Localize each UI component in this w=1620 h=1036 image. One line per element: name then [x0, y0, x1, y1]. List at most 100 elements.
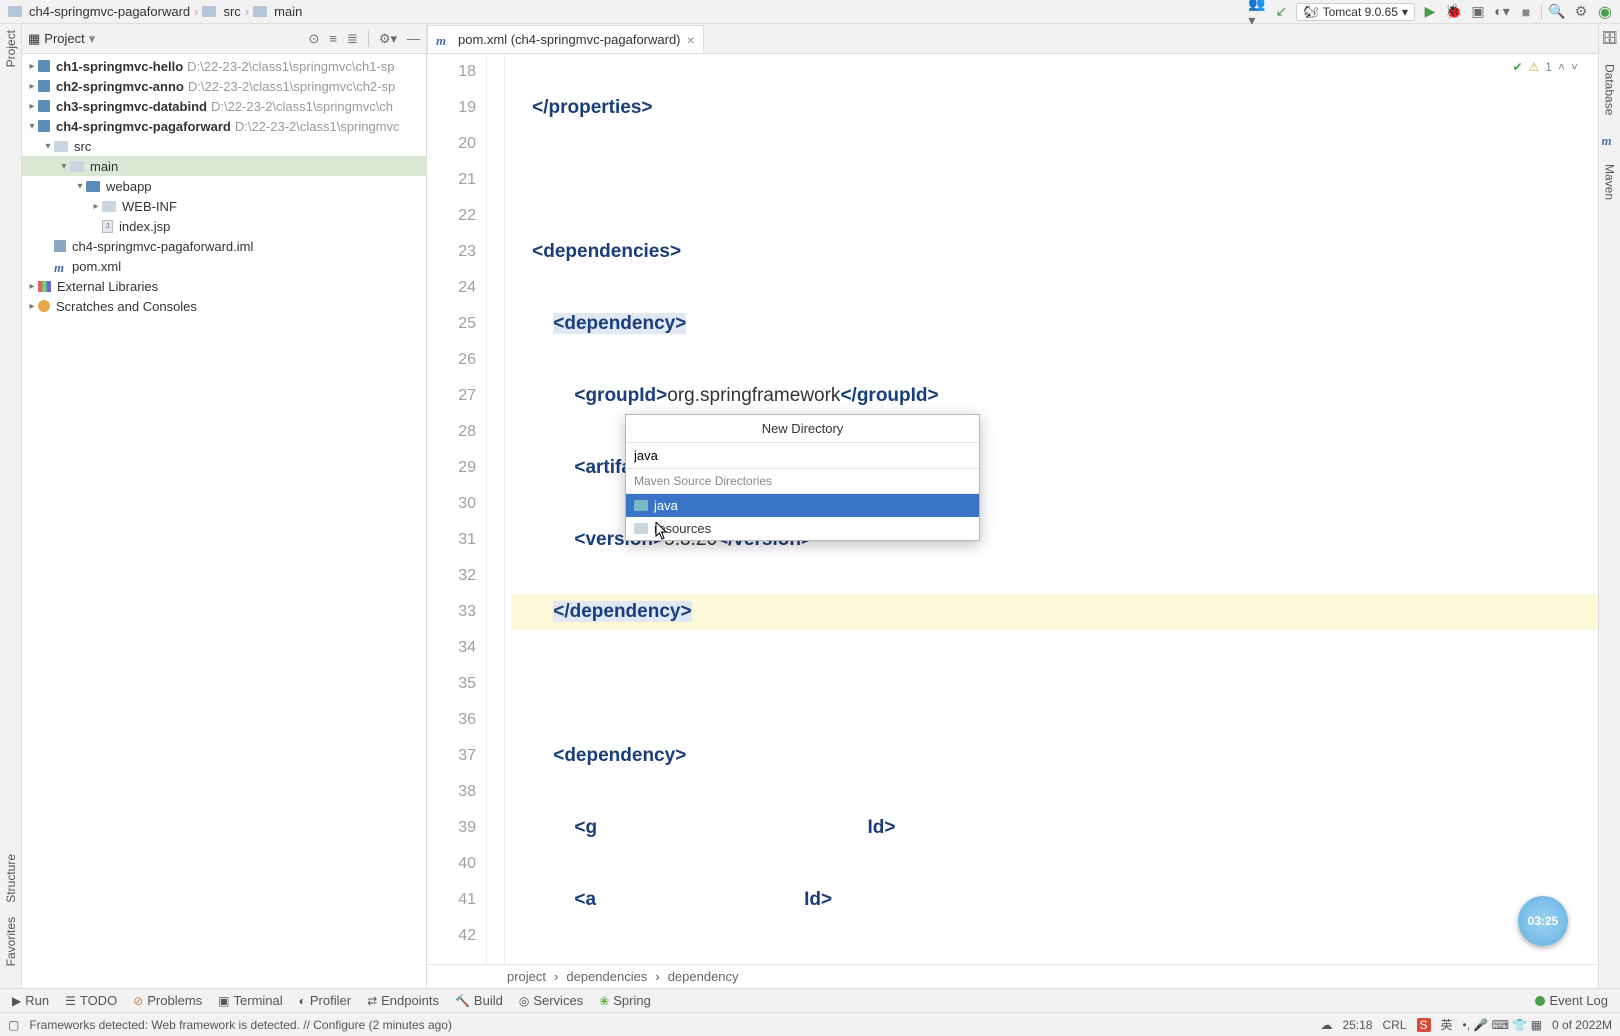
left-tool-stripe: Project Structure Favorites: [0, 24, 22, 988]
services-tool-button[interactable]: ◎Services: [519, 993, 583, 1008]
warning-count: 1: [1545, 60, 1552, 74]
project-tool-window: ▦ Project ▾ ⊙ ≡ ≣ ⚙▾ — ▸ch1-springmvc-he…: [22, 24, 427, 988]
close-icon[interactable]: ×: [687, 32, 695, 48]
settings-icon[interactable]: ⚙: [1572, 3, 1590, 21]
plugin-icon[interactable]: ◉: [1596, 3, 1614, 21]
tree-node-libraries[interactable]: ▸External Libraries: [22, 276, 426, 296]
tree-node-file[interactable]: ch4-springmvc-pagaforward.iml: [22, 236, 426, 256]
crumb-item[interactable]: project: [507, 969, 546, 984]
tab-label: pom.xml (ch4-springmvc-pagaforward): [458, 32, 681, 47]
terminal-tool-button[interactable]: ▣Terminal: [218, 993, 282, 1008]
tree-node-module[interactable]: ▸ch1-springmvc-helloD:\22-23-2\class1\sp…: [22, 56, 426, 76]
tree-node-file[interactable]: mpom.xml: [22, 256, 426, 276]
run-with-coverage-button[interactable]: ▣: [1469, 3, 1487, 21]
tree-node-dir[interactable]: ▾main: [22, 156, 426, 176]
structure-tool-button[interactable]: Structure: [4, 854, 18, 903]
tree-node-module[interactable]: ▸ch2-springmvc-annoD:\22-23-2\class1\spr…: [22, 76, 426, 96]
line-separator[interactable]: CRL: [1382, 1018, 1406, 1032]
ime-indicator[interactable]: S: [1417, 1018, 1431, 1032]
right-tool-stripe: 🗄 Database m Maven: [1598, 24, 1620, 988]
tree-node-module[interactable]: ▾ch4-springmvc-pagaforwardD:\22-23-2\cla…: [22, 116, 426, 136]
hide-icon[interactable]: —: [407, 31, 420, 47]
folder-icon: [8, 6, 22, 17]
folder-icon: [634, 523, 648, 534]
chevron-down-icon: ▾: [1402, 5, 1408, 19]
folder-icon: [634, 500, 648, 511]
spring-tool-button[interactable]: ❀Spring: [599, 993, 651, 1008]
mouse-cursor: [655, 522, 669, 540]
new-directory-popup: New Directory Maven Source Directories j…: [625, 414, 980, 541]
todo-tool-button[interactable]: ☰TODO: [65, 993, 117, 1008]
chevron-up-icon[interactable]: ˄: [1558, 60, 1565, 74]
breadcrumb-project[interactable]: ch4-springmvc-pagaforward: [29, 4, 190, 19]
problems-tool-button[interactable]: ⊘Problems: [133, 993, 202, 1008]
run-button[interactable]: ▶: [1421, 3, 1439, 21]
indicator-icon[interactable]: ☁: [1320, 1018, 1332, 1032]
editor-tab[interactable]: m pom.xml (ch4-springmvc-pagaforward) ×: [427, 25, 704, 53]
project-tool-button[interactable]: Project: [4, 30, 18, 67]
chevron-down-icon[interactable]: ˅: [1571, 60, 1578, 74]
users-icon[interactable]: 👥▾: [1248, 3, 1266, 21]
crumb-item[interactable]: dependency: [668, 969, 739, 984]
ime-lang[interactable]: 英: [1441, 1016, 1453, 1033]
tree-node-module[interactable]: ▸ch3-springmvc-databindD:\22-23-2\class1…: [22, 96, 426, 116]
breadcrumb-src[interactable]: src: [223, 4, 240, 19]
build-tool-button[interactable]: 🔨Build: [455, 993, 503, 1008]
caret-position[interactable]: 25:18: [1342, 1018, 1372, 1032]
chevron-right-icon: ›: [194, 4, 198, 19]
maven-icon: m: [436, 33, 449, 46]
breadcrumb-main[interactable]: main: [274, 4, 302, 19]
project-tree[interactable]: ▸ch1-springmvc-helloD:\22-23-2\class1\sp…: [22, 54, 426, 988]
collapse-all-icon[interactable]: ≣: [347, 31, 358, 47]
maven-tool-button[interactable]: Maven: [1603, 164, 1617, 200]
popup-option-java[interactable]: java: [626, 494, 979, 517]
project-title[interactable]: Project: [44, 31, 84, 46]
popup-title: New Directory: [626, 415, 979, 443]
tree-node-dir[interactable]: ▾webapp: [22, 176, 426, 196]
status-icons[interactable]: •, 🎤 ⌨ 👕 ▦: [1463, 1018, 1542, 1032]
status-message[interactable]: Frameworks detected: Web framework is de…: [29, 1018, 452, 1032]
folder-icon: [253, 6, 267, 17]
memory-indicator[interactable]: 0 of 2022M: [1552, 1018, 1612, 1032]
settings-icon[interactable]: ⚙▾: [379, 31, 397, 47]
project-tool-header: ▦ Project ▾ ⊙ ≡ ≣ ⚙▾ —: [22, 24, 426, 54]
popup-option-resources[interactable]: resources: [626, 517, 979, 540]
run-configuration-selector[interactable]: 🐿 Tomcat 9.0.65 ▾: [1296, 3, 1415, 21]
breadcrumb: ch4-springmvc-pagaforward › src › main: [0, 4, 302, 19]
inspections-widget[interactable]: ✔ ⚠1 ˄ ˅: [1512, 60, 1578, 74]
editor-area: m pom.xml (ch4-springmvc-pagaforward) × …: [427, 24, 1598, 988]
database-icon: 🗄: [1601, 30, 1618, 46]
navigation-bar: ch4-springmvc-pagaforward › src › main 👥…: [0, 0, 1620, 24]
expand-all-icon[interactable]: ≡: [329, 31, 337, 47]
project-icon: ▦: [28, 31, 40, 47]
chevron-down-icon[interactable]: ▾: [89, 31, 96, 47]
maven-icon: m: [1602, 133, 1615, 146]
status-bar: ▢ Frameworks detected: Web framework is …: [0, 1012, 1620, 1036]
tree-node-dir[interactable]: ▸WEB-INF: [22, 196, 426, 216]
hammer-icon[interactable]: ↙: [1272, 3, 1290, 21]
notification-icon: [1535, 996, 1545, 1006]
search-icon[interactable]: 🔍: [1548, 3, 1566, 21]
fold-gutter[interactable]: [487, 54, 505, 964]
endpoints-tool-button[interactable]: ⇄Endpoints: [367, 993, 439, 1008]
tomcat-icon: 🐿: [1303, 5, 1318, 19]
debug-button[interactable]: 🐞: [1445, 3, 1463, 21]
locate-icon[interactable]: ⊙: [308, 31, 319, 47]
editor-tabs: m pom.xml (ch4-springmvc-pagaforward) ×: [427, 24, 1598, 54]
libraries-icon: [38, 281, 51, 292]
event-log-button[interactable]: Event Log: [1535, 993, 1608, 1008]
line-number-gutter: 1819202122232425262728293031323334353637…: [427, 54, 487, 964]
profile-button[interactable]: ◐▾: [1493, 3, 1511, 21]
run-config-label: Tomcat 9.0.65: [1323, 5, 1398, 19]
tool-windows-icon[interactable]: ▢: [8, 1018, 19, 1032]
crumb-item[interactable]: dependencies: [566, 969, 647, 984]
stop-button[interactable]: ■: [1517, 3, 1535, 21]
profiler-tool-button[interactable]: ◐Profiler: [299, 993, 351, 1008]
database-tool-button[interactable]: Database: [1603, 64, 1617, 115]
run-tool-button[interactable]: ▶Run: [12, 993, 49, 1008]
favorites-tool-button[interactable]: Favorites: [4, 917, 18, 966]
tree-node-file[interactable]: Jindex.jsp: [22, 216, 426, 236]
directory-name-input[interactable]: [626, 443, 979, 469]
tree-node-scratches[interactable]: ▸Scratches and Consoles: [22, 296, 426, 316]
tree-node-dir[interactable]: ▾src: [22, 136, 426, 156]
